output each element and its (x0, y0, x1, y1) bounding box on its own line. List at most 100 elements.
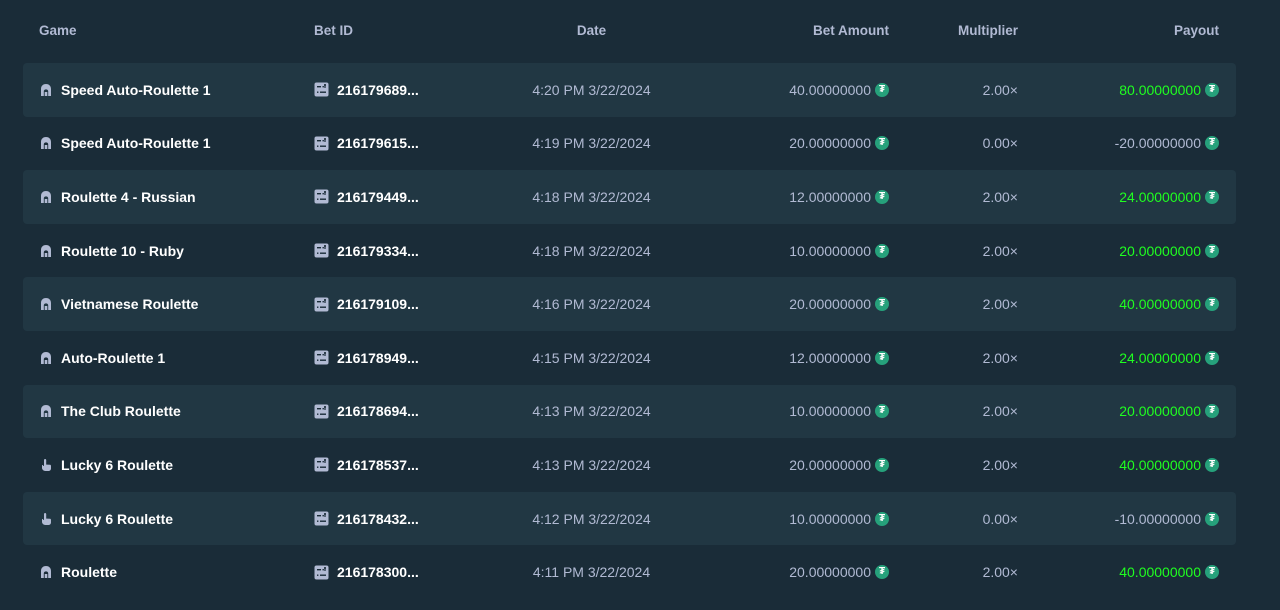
bet-amount-cell: 10.00000000 ₮ (665, 243, 889, 259)
bet-id-cell[interactable]: 216178432... (314, 511, 518, 527)
tether-coin-icon: ₮ (875, 565, 889, 580)
bet-amount-cell: 20.00000000 ₮ (665, 296, 889, 312)
game-name[interactable]: Vietnamese Roulette (61, 296, 198, 312)
table-row[interactable]: Auto-Roulette 1 216178949... 4:15 PM 3/22/… (23, 331, 1236, 385)
bet-id[interactable]: 216178949... (337, 350, 419, 366)
game-cell[interactable]: Roulette 4 - Russian (23, 189, 314, 205)
bet-slip-icon (314, 189, 329, 204)
date-cell: 4:11 PM 3/22/2024 (532, 564, 651, 581)
payout-cell: -10.00000000 ₮ (1018, 511, 1219, 527)
multiplier-cell: 2.00× (982, 81, 1018, 98)
date-cell: 4:19 PM 3/22/2024 (532, 135, 651, 152)
bet-id[interactable]: 216179615... (337, 135, 419, 151)
payout-cell: 24.00000000 ₮ (1018, 189, 1219, 205)
payout-value: 20.00000000 (1119, 403, 1201, 420)
header-date: Date (576, 23, 607, 38)
live-dealer-icon (39, 83, 53, 97)
bets-table: Game Bet ID Date Bet Amount Multiplier P… (23, 0, 1236, 599)
payout-cell: 80.00000000 ₮ (1018, 82, 1219, 98)
table-row[interactable]: Vietnamese Roulette 216179109... 4:16 PM 3… (23, 277, 1236, 331)
table-row[interactable]: Speed Auto-Roulette 1 216179689... 4:20 PM… (23, 63, 1236, 117)
tether-coin-icon: ₮ (875, 457, 889, 472)
table-row[interactable]: Lucky 6 Roulette 216178537... 4:13 PM 3/22… (23, 438, 1236, 492)
tether-coin-icon: ₮ (875, 404, 889, 419)
bet-id[interactable]: 216179334... (337, 243, 419, 259)
tether-coin-icon: ₮ (875, 189, 889, 204)
multiplier-cell: 2.00× (982, 188, 1018, 205)
table-row[interactable]: Lucky 6 Roulette 216178432... 4:12 PM 3/22… (23, 491, 1236, 546)
game-cell[interactable]: Lucky 6 Roulette (23, 511, 314, 527)
multiplier-cell: 2.00× (982, 242, 1018, 259)
bet-amount-cell: 20.00000000 ₮ (665, 457, 889, 473)
bet-id-cell[interactable]: 216178300... (314, 564, 518, 580)
bet-id-cell[interactable]: 216179334... (314, 243, 518, 259)
game-cell[interactable]: The Club Roulette (23, 403, 314, 419)
table-row[interactable]: Roulette 216178300... 4:11 PM 3/22/2024 20.… (23, 545, 1236, 599)
tether-coin-icon: ₮ (1205, 404, 1219, 419)
header-bet-id: Bet ID (314, 23, 354, 38)
bet-id[interactable]: 216178300... (337, 564, 419, 580)
game-cell[interactable]: Speed Auto-Roulette 1 (23, 135, 314, 151)
header-bet-amount: Bet Amount (813, 23, 889, 38)
tether-coin-icon: ₮ (1205, 350, 1219, 365)
header-payout: Payout (1173, 23, 1219, 38)
bet-id[interactable]: 216178537... (337, 457, 419, 473)
hand-pointer-icon (39, 512, 53, 526)
table-body: Speed Auto-Roulette 1 216179689... 4:20 PM… (23, 63, 1236, 599)
bet-id-cell[interactable]: 216179109... (314, 296, 518, 312)
tether-coin-icon: ₮ (875, 350, 889, 365)
game-name[interactable]: Speed Auto-Roulette 1 (61, 135, 211, 151)
game-cell[interactable]: Roulette (23, 564, 314, 580)
payout-cell: 20.00000000 ₮ (1018, 243, 1219, 259)
bet-id-cell[interactable]: 216178537... (314, 457, 518, 473)
table-row[interactable]: Roulette 10 - Ruby 216179334... 4:18 PM 3/… (23, 224, 1236, 278)
bet-id[interactable]: 216179449... (337, 189, 419, 205)
bet-id-cell[interactable]: 216178949... (314, 350, 518, 366)
bet-id[interactable]: 216179109... (337, 296, 419, 312)
bet-id-cell[interactable]: 216178694... (314, 403, 518, 419)
tether-coin-icon: ₮ (875, 511, 889, 526)
bet-amount-value: 20.00000000 (789, 135, 871, 152)
payout-value: 80.00000000 (1119, 81, 1201, 98)
game-cell[interactable]: Lucky 6 Roulette (23, 457, 314, 473)
table-row[interactable]: Roulette 4 - Russian 216179449... 4:18 PM … (23, 170, 1236, 224)
bet-id[interactable]: 216178694... (337, 403, 419, 419)
game-name[interactable]: Roulette 10 - Ruby (61, 243, 184, 259)
payout-cell: 40.00000000 ₮ (1018, 457, 1219, 473)
tether-coin-icon: ₮ (1205, 457, 1219, 472)
bet-id-cell[interactable]: 216179615... (314, 135, 518, 151)
game-name[interactable]: Lucky 6 Roulette (61, 511, 173, 527)
live-dealer-icon (39, 565, 53, 579)
bet-amount-cell: 20.00000000 ₮ (665, 564, 889, 580)
game-cell[interactable]: Vietnamese Roulette (23, 296, 314, 312)
table-row[interactable]: Speed Auto-Roulette 1 216179615... 4:19 PM… (23, 117, 1236, 171)
bet-id-cell[interactable]: 216179449... (314, 189, 518, 205)
bet-slip-icon (314, 82, 329, 97)
game-name[interactable]: Roulette (61, 564, 117, 580)
game-name[interactable]: Roulette 4 - Russian (61, 189, 196, 205)
tether-coin-icon: ₮ (1205, 565, 1219, 580)
bet-amount-value: 20.00000000 (789, 456, 871, 473)
payout-cell: -20.00000000 ₮ (1018, 135, 1219, 151)
bet-id-cell[interactable]: 216179689... (314, 82, 518, 98)
game-cell[interactable]: Auto-Roulette 1 (23, 350, 314, 366)
table-row[interactable]: The Club Roulette 216178694... 4:13 PM 3/2… (23, 384, 1236, 439)
game-cell[interactable]: Speed Auto-Roulette 1 (23, 82, 314, 98)
bet-id[interactable]: 216179689... (337, 82, 419, 98)
date-cell: 4:20 PM 3/22/2024 (532, 81, 651, 98)
bet-amount-cell: 40.00000000 ₮ (665, 82, 889, 98)
bet-amount-cell: 20.00000000 ₮ (665, 135, 889, 151)
game-cell[interactable]: Roulette 10 - Ruby (23, 243, 314, 259)
date-cell: 4:13 PM 3/22/2024 (532, 456, 651, 473)
game-name[interactable]: Auto-Roulette 1 (61, 350, 165, 366)
bet-id[interactable]: 216178432... (337, 511, 419, 527)
header-multiplier: Multiplier (958, 23, 1018, 38)
game-name[interactable]: The Club Roulette (61, 403, 181, 419)
payout-value: 40.00000000 (1119, 456, 1201, 473)
tether-coin-icon: ₮ (1205, 189, 1219, 204)
game-name[interactable]: Lucky 6 Roulette (61, 457, 173, 473)
bet-slip-icon (314, 136, 329, 151)
game-name[interactable]: Speed Auto-Roulette 1 (61, 82, 211, 98)
date-cell: 4:18 PM 3/22/2024 (532, 242, 651, 259)
bet-amount-cell: 12.00000000 ₮ (665, 350, 889, 366)
